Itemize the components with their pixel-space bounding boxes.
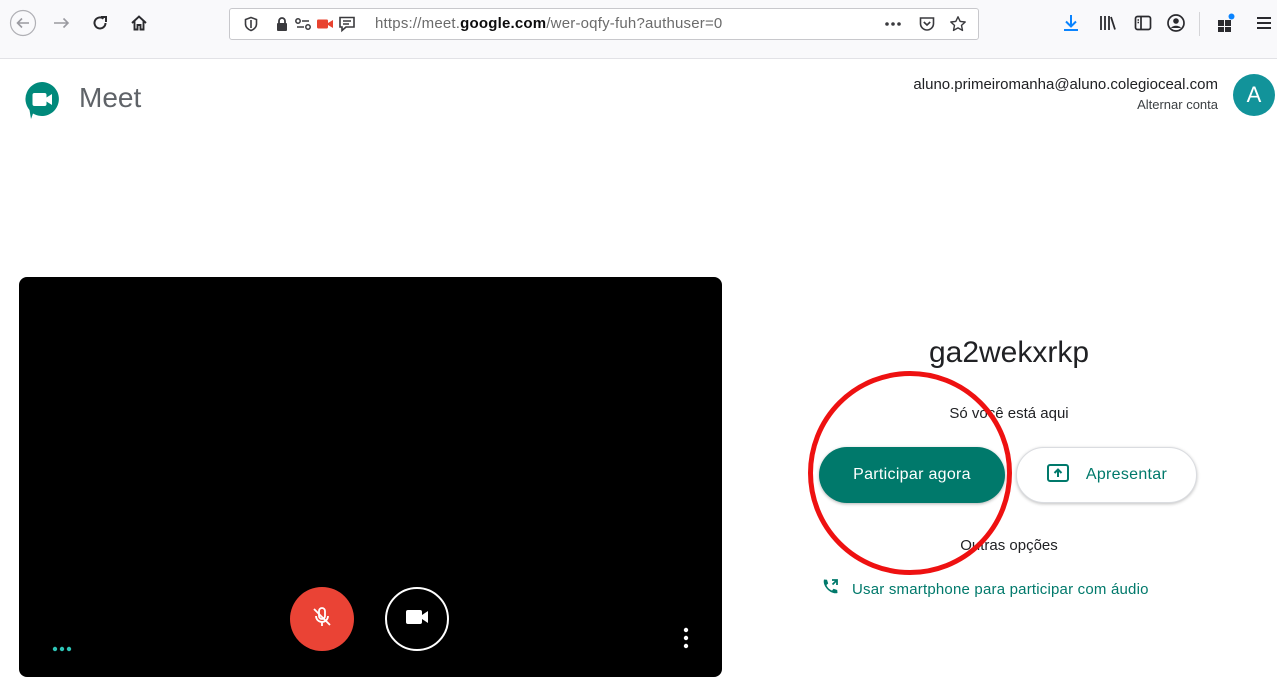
camera-indicator-icon[interactable] xyxy=(316,15,334,33)
microphone-toggle-button[interactable] xyxy=(290,587,354,651)
video-preview xyxy=(19,277,722,677)
forward-icon[interactable] xyxy=(47,8,77,38)
home-icon[interactable] xyxy=(124,8,154,38)
address-bar[interactable]: https://meet.google.com/wer-oqfy-fuh?aut… xyxy=(229,8,979,40)
chat-icon[interactable] xyxy=(338,15,356,33)
present-button[interactable]: Apresentar xyxy=(1016,447,1197,503)
more-options-icon[interactable] xyxy=(683,627,689,654)
url-domain: google.com xyxy=(460,15,547,32)
url-text[interactable]: https://meet.google.com/wer-oqfy-fuh?aut… xyxy=(375,15,722,32)
pocket-icon[interactable] xyxy=(918,15,936,33)
participants-status: Só você está aqui xyxy=(949,405,1069,422)
permissions-icon[interactable] xyxy=(294,15,312,33)
mic-off-icon xyxy=(310,605,334,634)
download-icon[interactable] xyxy=(1056,8,1086,38)
present-screen-icon xyxy=(1046,463,1070,488)
sidebar-icon[interactable] xyxy=(1128,8,1158,38)
phone-forward-icon xyxy=(820,577,840,601)
more-icon[interactable] xyxy=(884,15,902,33)
reload-icon[interactable] xyxy=(85,8,115,38)
other-options-heading: Outras opções xyxy=(960,537,1058,554)
account-email: aluno.primeiromanha@aluno.colegioceal.co… xyxy=(913,76,1218,93)
shield-icon[interactable] xyxy=(242,15,260,33)
use-phone-audio-label: Usar smartphone para participar com áudi… xyxy=(852,580,1149,598)
toolbar-separator xyxy=(1199,12,1200,36)
library-icon[interactable] xyxy=(1093,8,1123,38)
back-icon[interactable] xyxy=(8,8,38,38)
effects-dots-icon[interactable] xyxy=(52,639,72,657)
browser-toolbar: https://meet.google.com/wer-oqfy-fuh?aut… xyxy=(0,0,1277,59)
app-title: Meet xyxy=(79,82,142,113)
switch-account-link[interactable]: Alternar conta xyxy=(1137,97,1218,112)
meet-logo-icon[interactable] xyxy=(22,80,62,120)
use-phone-audio-link[interactable]: Usar smartphone para participar com áudi… xyxy=(820,577,1149,601)
bookmark-star-icon[interactable] xyxy=(949,15,967,33)
account-icon[interactable] xyxy=(1161,8,1191,38)
url-prefix: https://meet. xyxy=(375,15,461,32)
meeting-code: ga2wekxrkp xyxy=(928,336,1090,369)
lock-icon[interactable] xyxy=(273,15,291,33)
avatar[interactable]: A xyxy=(1233,74,1275,116)
join-now-button[interactable]: Participar agora xyxy=(819,447,1005,503)
present-label: Apresentar xyxy=(1085,466,1168,483)
camera-toggle-button[interactable] xyxy=(385,587,449,651)
video-camera-icon xyxy=(404,607,430,632)
menu-icon[interactable] xyxy=(1249,8,1277,38)
extension-icon[interactable] xyxy=(1211,8,1241,38)
url-path: /wer-oqfy-fuh?authuser=0 xyxy=(546,15,723,32)
join-now-label: Participar agora xyxy=(853,466,971,483)
